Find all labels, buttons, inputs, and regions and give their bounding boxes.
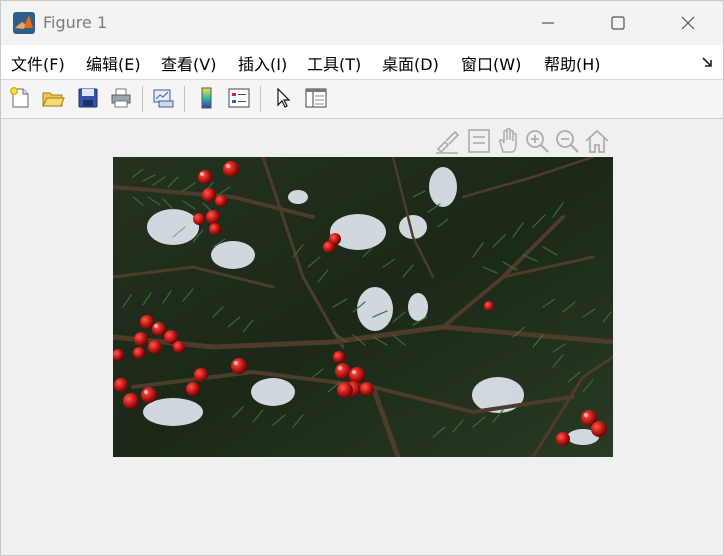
undock-arrow-icon[interactable] xyxy=(701,55,715,69)
save-button[interactable] xyxy=(74,84,102,112)
insert-colorbar-icon xyxy=(201,87,212,109)
data-tips-icon[interactable] xyxy=(465,127,493,155)
print-button[interactable] xyxy=(107,84,135,112)
menu-window[interactable]: 窗口(W) xyxy=(461,51,521,75)
edit-plot-button[interactable] xyxy=(269,84,297,112)
matlab-logo-icon xyxy=(13,12,35,34)
menu-desktop[interactable]: 桌面(D) xyxy=(382,51,439,75)
menu-tools[interactable]: 工具(T) xyxy=(307,51,361,75)
menu-view[interactable]: 查看(V) xyxy=(161,51,216,75)
figure-window: Figure 1 文件(F) 编辑(E) 查看(V) 插入(I) 工具(T) 桌… xyxy=(0,0,724,556)
insert-legend-icon xyxy=(228,88,250,108)
menu-edit[interactable]: 编辑(E) xyxy=(86,51,141,75)
open-file-button[interactable] xyxy=(39,84,67,112)
save-icon xyxy=(78,88,98,108)
maximize-button[interactable] xyxy=(583,1,653,45)
menu-file[interactable]: 文件(F) xyxy=(11,51,65,75)
link-plot-icon xyxy=(153,89,174,108)
link-plot-button[interactable] xyxy=(149,84,177,112)
edit-plot-arrow-icon xyxy=(277,87,291,108)
property-inspector-button[interactable] xyxy=(302,84,330,112)
new-figure-icon xyxy=(10,87,29,108)
figure-toolbar xyxy=(1,80,723,119)
zoom-out-icon[interactable] xyxy=(553,127,581,155)
zoom-in-icon[interactable] xyxy=(523,127,551,155)
menu-insert[interactable]: 插入(I) xyxy=(238,51,287,75)
open-file-icon xyxy=(42,92,65,107)
brush-icon[interactable] xyxy=(433,127,461,155)
print-icon xyxy=(111,88,131,108)
new-figure-button[interactable] xyxy=(6,84,34,112)
close-icon xyxy=(681,16,695,30)
title-bar[interactable]: Figure 1 xyxy=(1,1,723,45)
pan-hand-icon[interactable] xyxy=(495,127,523,155)
figure-axes-image[interactable] xyxy=(113,157,613,457)
window-title: Figure 1 xyxy=(43,13,108,32)
restore-view-home-icon[interactable] xyxy=(583,127,611,155)
menu-help[interactable]: 帮助(H) xyxy=(544,51,601,75)
toolbar-separator xyxy=(260,86,261,112)
minimize-button[interactable] xyxy=(513,1,583,45)
insert-colorbar-button[interactable] xyxy=(192,84,220,112)
property-inspector-icon xyxy=(305,88,327,108)
minimize-icon xyxy=(542,22,554,24)
maximize-icon xyxy=(611,16,625,30)
close-button[interactable] xyxy=(653,1,723,45)
toolbar-separator xyxy=(142,86,143,112)
insert-legend-button[interactable] xyxy=(225,84,253,112)
toolbar-separator xyxy=(184,86,185,112)
holly-berries-photo xyxy=(113,157,613,457)
menu-bar: 文件(F) 编辑(E) 查看(V) 插入(I) 工具(T) 桌面(D) 窗口(W… xyxy=(1,45,723,80)
